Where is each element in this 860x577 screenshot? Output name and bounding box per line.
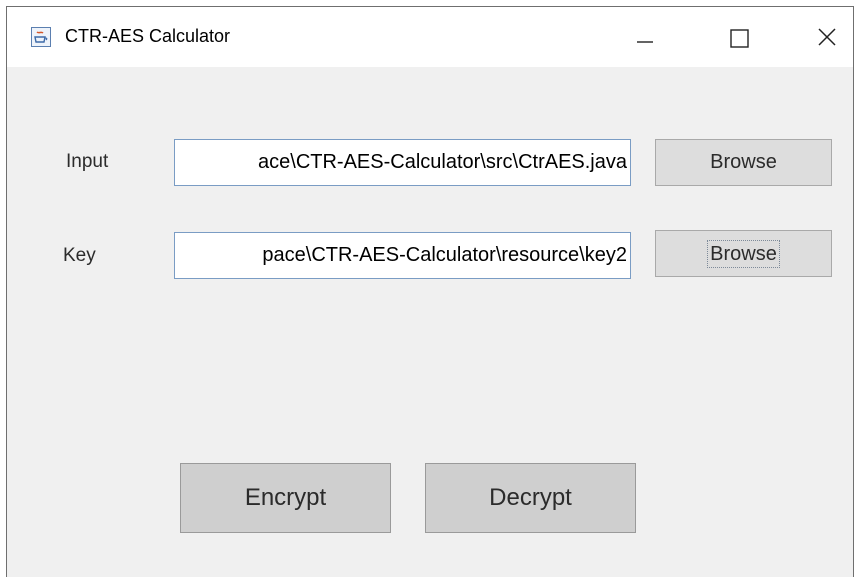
close-button[interactable] bbox=[797, 7, 857, 67]
input-browse-label: Browse bbox=[710, 151, 777, 173]
title-bar: CTR-AES Calculator bbox=[7, 7, 853, 67]
key-label: Key bbox=[63, 245, 96, 266]
input-path-text: ace\CTR-AES-Calculator\src\CtrAES.java bbox=[258, 151, 627, 173]
close-icon bbox=[818, 28, 836, 46]
key-path-text: pace\CTR-AES-Calculator\resource\key2 bbox=[262, 244, 627, 266]
input-label: Input bbox=[66, 151, 109, 172]
minimize-button[interactable] bbox=[613, 7, 673, 67]
minimize-icon bbox=[637, 41, 653, 43]
key-browse-label: Browse bbox=[707, 239, 780, 268]
encrypt-label: Encrypt bbox=[244, 484, 327, 511]
input-browse-button[interactable]: Browse bbox=[655, 139, 832, 186]
input-path-field[interactable]: ace\CTR-AES-Calculator\src\CtrAES.java bbox=[174, 139, 631, 186]
key-path-field[interactable]: pace\CTR-AES-Calculator\resource\key2 bbox=[174, 232, 631, 279]
window-title: CTR-AES Calculator bbox=[65, 26, 231, 46]
java-app-icon bbox=[31, 27, 51, 47]
maximize-icon bbox=[730, 29, 749, 48]
decrypt-label: Decrypt bbox=[489, 484, 572, 511]
encrypt-button[interactable]: Encrypt bbox=[180, 463, 391, 533]
key-browse-button[interactable]: Browse bbox=[655, 230, 832, 277]
decrypt-button[interactable]: Decrypt bbox=[425, 463, 636, 533]
maximize-button[interactable] bbox=[708, 7, 768, 67]
app-window: CTR-AES Calculator Input ace\CTR-AES-Cal… bbox=[6, 6, 854, 577]
